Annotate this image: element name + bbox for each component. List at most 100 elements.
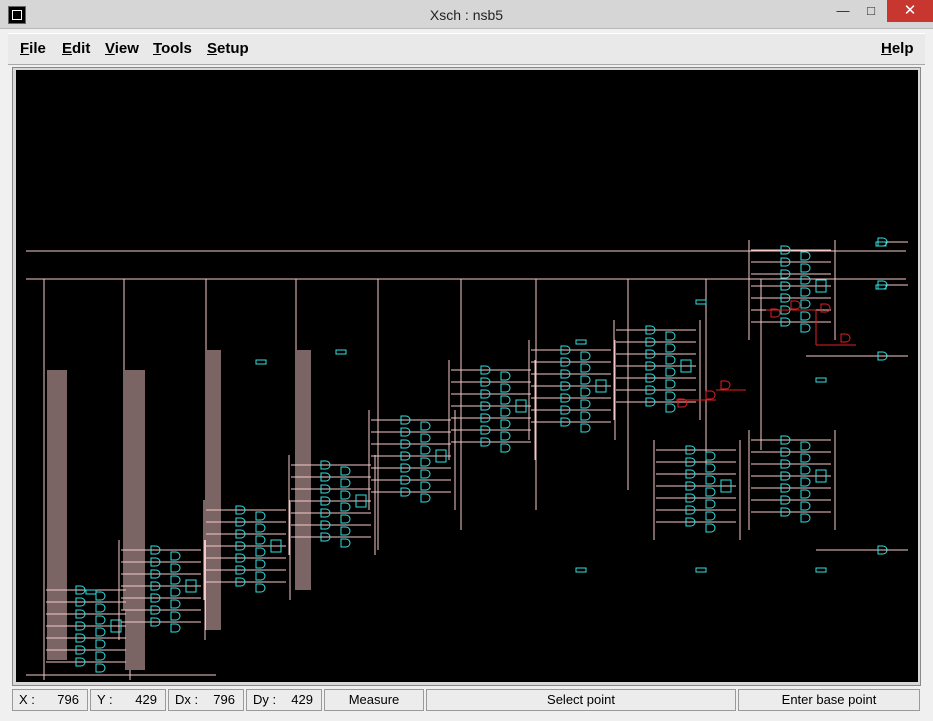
component-box [575,339,587,345]
logic-gate [840,333,851,343]
logic-gate [800,263,811,273]
logic-gate [255,511,266,521]
logic-gate [705,451,716,461]
logic-gate [800,453,811,463]
mode-field: Measure [324,689,424,711]
logic-gate [340,478,351,488]
logic-gate [500,419,511,429]
dx-field: Dx : 796 [168,689,244,711]
logic-gate [340,502,351,512]
minimize-button[interactable]: — [828,0,858,22]
logic-gate [800,275,811,285]
logic-gate [500,431,511,441]
logic-gate [665,343,676,353]
logic-gate [420,445,431,455]
logic-gate [580,387,591,397]
logic-gate [800,477,811,487]
close-button[interactable]: ✕ [887,0,933,22]
logic-gate [340,538,351,548]
logic-gate [705,463,716,473]
logic-gate [255,547,266,557]
logic-gate [580,399,591,409]
logic-gate [255,571,266,581]
window-title: Xsch : nsb5 [429,7,504,23]
dy-field: Dy : 429 [246,689,322,711]
logic-gate [170,611,181,621]
logic-gate [170,551,181,561]
logic-gate [500,371,511,381]
component-box [695,299,707,305]
schematic-drawing [26,237,908,680]
logic-gate [580,411,591,421]
menu-edit[interactable]: Edit [62,40,90,57]
logic-gate [255,583,266,593]
logic-gate [705,487,716,497]
logic-gate [580,363,591,373]
logic-gate [420,493,431,503]
logic-gate [800,441,811,451]
menu-help[interactable]: Help [881,40,914,57]
logic-gate [665,331,676,341]
title-bar: Xsch : nsb5 — □ ✕ [0,0,933,29]
logic-gate [665,355,676,365]
menu-setup[interactable]: Setup [207,40,249,57]
component-box [255,359,267,365]
menu-view[interactable]: View [105,40,139,57]
logic-gate [800,323,811,333]
logic-gate [340,526,351,536]
logic-gate [95,651,106,661]
maximize-button[interactable]: □ [856,0,886,22]
logic-gate [500,395,511,405]
logic-gate [420,457,431,467]
logic-gate [420,421,431,431]
logic-gate [665,367,676,377]
logic-gate [340,466,351,476]
component-box [335,349,347,355]
logic-gate [705,511,716,521]
component-box [815,567,827,573]
menu-file[interactable]: File [20,40,46,57]
logic-gate [705,523,716,533]
logic-gate [720,380,731,390]
logic-gate [800,465,811,475]
logic-gate [800,251,811,261]
menu-tools[interactable]: Tools [153,40,192,57]
logic-gate [665,403,676,413]
prompt-field: Select point [426,689,736,711]
logic-gate [170,599,181,609]
logic-gate [820,303,831,313]
logic-gate [800,299,811,309]
logic-gate [800,311,811,321]
logic-gate [500,407,511,417]
status-bar: X : 796 Y : 429 Dx : 796 Dy : 429 Measur… [12,689,921,711]
logic-gate [705,390,716,400]
schematic-canvas[interactable] [16,70,918,682]
logic-gate [705,499,716,509]
logic-gate [255,559,266,569]
logic-gate [95,591,106,601]
logic-gate [95,603,106,613]
logic-gate [665,391,676,401]
logic-gate [580,375,591,385]
logic-gate [95,639,106,649]
logic-gate [170,623,181,633]
logic-gate [800,287,811,297]
component-box [695,567,707,573]
logic-gate [420,469,431,479]
logic-gate [500,383,511,393]
logic-gate [255,523,266,533]
logic-gate [420,481,431,491]
logic-gate [95,615,106,625]
logic-gate [800,489,811,499]
logic-gate [170,575,181,585]
logic-gate [580,351,591,361]
logic-gate [705,475,716,485]
logic-gate [95,663,106,673]
x-coordinate-field: X : 796 [12,689,88,711]
logic-gate [255,535,266,545]
logic-gate [800,513,811,523]
logic-gate [580,423,591,433]
component-box [815,377,827,383]
menu-bar: File Edit View Tools Setup Help [8,33,925,65]
y-coordinate-field: Y : 429 [90,689,166,711]
